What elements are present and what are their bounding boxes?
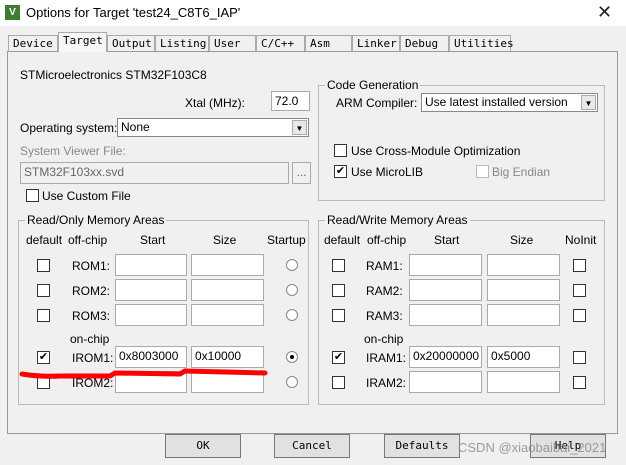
tab-target[interactable]: Target <box>58 32 107 52</box>
red-annotation-line <box>19 368 268 379</box>
cancel-button[interactable]: Cancel <box>274 434 350 458</box>
ok-button[interactable]: OK <box>165 434 241 458</box>
defaults-button[interactable]: Defaults <box>384 434 460 458</box>
watermark: CSDN @xiaobaibai_2021 <box>458 440 607 455</box>
